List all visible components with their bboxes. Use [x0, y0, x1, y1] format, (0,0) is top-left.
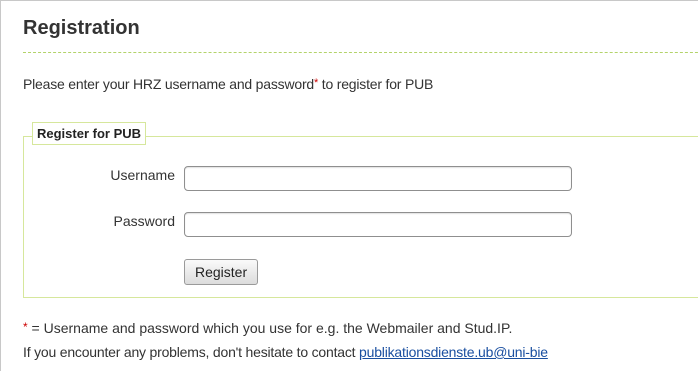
contact-note: If you encounter any problems, don't hes…: [23, 344, 548, 360]
register-button[interactable]: Register: [184, 259, 259, 285]
required-asterisk: *: [314, 77, 319, 89]
password-input[interactable]: [184, 212, 572, 237]
username-input[interactable]: [184, 166, 572, 191]
footnote-text: = Username and password which you use fo…: [27, 320, 513, 336]
contact-text: If you encounter any problems, don't hes…: [23, 344, 360, 360]
footnote: * = Username and password which you use …: [23, 320, 512, 336]
password-label: Password: [113, 213, 175, 229]
username-label: Username: [110, 167, 175, 183]
intro-text-tail: to register for PUB: [318, 76, 434, 92]
intro-text: Please enter your HRZ username and passw…: [23, 76, 433, 92]
contact-email-link[interactable]: publikationsdienste.ub@uni-bie: [359, 344, 548, 360]
footnote-asterisk: *: [23, 320, 28, 334]
page-title: Registration: [23, 17, 140, 39]
title-divider: [23, 52, 698, 53]
intro-text-main: Please enter your HRZ username and passw…: [23, 76, 314, 92]
fieldset-legend: Register for PUB: [32, 122, 147, 145]
registration-panel: Registration Please enter your HRZ usern…: [0, 0, 698, 371]
